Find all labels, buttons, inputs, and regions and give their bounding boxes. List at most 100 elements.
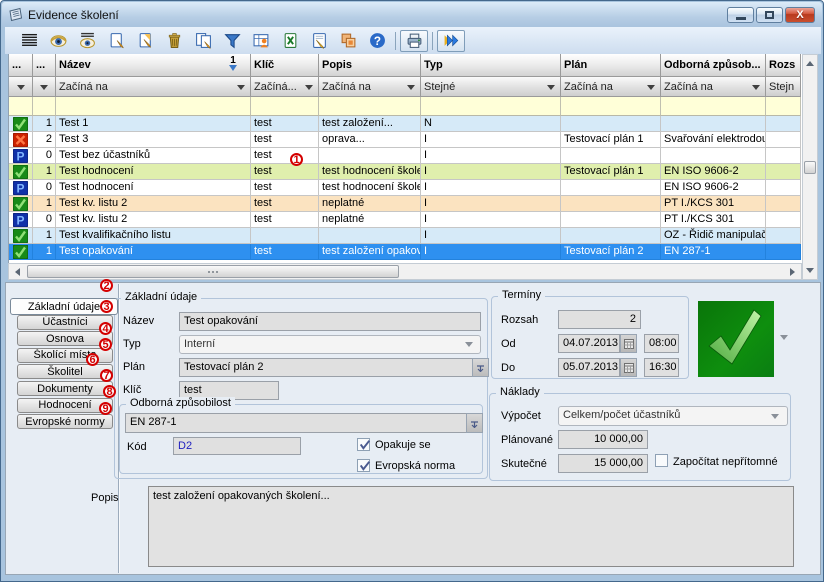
od-time-field[interactable]: 08:00: [644, 334, 679, 353]
plan-picker-button[interactable]: [472, 358, 489, 377]
table-row[interactable]: 2Test 3testoprava...ITestovací plán 1Sva…: [9, 132, 802, 148]
od-date-field[interactable]: 04.07.2013: [558, 334, 620, 353]
column-header-1[interactable]: ...: [33, 54, 56, 77]
filter-dropdown-6[interactable]: Začíná na: [561, 77, 661, 97]
column-header-7[interactable]: Odborná způsob...: [661, 54, 766, 77]
list-icon[interactable]: [15, 30, 44, 52]
planovane-label: Plánované: [501, 434, 553, 446]
vertical-scrollbar[interactable]: [802, 54, 818, 280]
table-row[interactable]: 1Test kv. listu 2testneplatnéIPT I./KCS …: [9, 196, 802, 212]
table-row[interactable]: 1Test 1testtest založení...N: [9, 116, 802, 132]
notes-icon[interactable]: [305, 30, 334, 52]
copy-icon[interactable]: [189, 30, 218, 52]
close-button[interactable]: X: [785, 7, 815, 23]
do-time-field[interactable]: 16:30: [644, 358, 679, 377]
status-dropdown-arrow[interactable]: [780, 335, 788, 340]
filter-input-2[interactable]: [56, 97, 251, 116]
print-button[interactable]: [400, 30, 428, 52]
filter-dropdown-5[interactable]: Stejné: [421, 77, 561, 97]
typ-dropdown[interactable]: Interní: [179, 335, 481, 354]
filter-input-1[interactable]: [33, 97, 56, 116]
kod-field[interactable]: D2: [173, 437, 301, 455]
rozsah-field[interactable]: 2: [558, 310, 641, 329]
do-calendar-button[interactable]: [620, 358, 637, 377]
skutecne-field[interactable]: 15 000,00: [558, 454, 648, 473]
filter-input-4[interactable]: [319, 97, 421, 116]
table-row[interactable]: P0Test bez účastníkůtestI: [9, 148, 802, 164]
planovane-field[interactable]: 10 000,00: [558, 430, 648, 449]
edit-document-icon[interactable]: [131, 30, 160, 52]
p-status-icon: P: [9, 148, 33, 164]
odborna-picker-button[interactable]: [466, 413, 483, 433]
cell: Test kv. listu 2: [56, 196, 251, 212]
filter-icon[interactable]: [218, 30, 247, 52]
typ-dropdown-arrow[interactable]: [465, 342, 473, 347]
more-actions-button[interactable]: [437, 30, 465, 52]
filter-dropdown-7[interactable]: Začíná na: [661, 77, 766, 97]
cell: Test 1: [56, 116, 251, 132]
check-status-icon: [9, 164, 33, 180]
versions-icon[interactable]: [334, 30, 363, 52]
column-header-4[interactable]: Popis: [319, 54, 421, 77]
filter-input-6[interactable]: [561, 97, 661, 116]
sort-indicator: 1: [229, 56, 237, 71]
column-header-6[interactable]: Plán: [561, 54, 661, 77]
cell: 2: [33, 132, 56, 148]
minimize-button[interactable]: [727, 7, 754, 23]
plan-field[interactable]: Testovací plán 2: [179, 358, 473, 377]
tab-dokumenty[interactable]: Dokumenty: [17, 381, 113, 396]
filter-dropdown-4[interactable]: Začíná na: [319, 77, 421, 97]
filter-input-0[interactable]: [9, 97, 33, 116]
cell: [766, 164, 801, 180]
filter-input-3[interactable]: [251, 97, 319, 116]
column-header-0[interactable]: ...: [9, 54, 33, 77]
column-header-3[interactable]: Klíč: [251, 54, 319, 77]
od-calendar-button[interactable]: [620, 334, 637, 353]
column-header-5[interactable]: Typ: [421, 54, 561, 77]
table-row[interactable]: 1Test kvalifikačního listuIOZ - Řidič ma…: [9, 228, 802, 244]
import-users-icon[interactable]: [247, 30, 276, 52]
excel-export-icon[interactable]: [276, 30, 305, 52]
filter-dropdown-2[interactable]: Začíná na: [56, 77, 251, 97]
tab--kolitel[interactable]: Školitel: [17, 364, 113, 379]
vypocet-dropdown[interactable]: Celkem/počet účastníků: [558, 406, 788, 426]
cell: [251, 228, 319, 244]
delete-icon[interactable]: [160, 30, 189, 52]
new-document-icon[interactable]: [102, 30, 131, 52]
filter-input-7[interactable]: [661, 97, 766, 116]
evropska-norma-checkbox[interactable]: [357, 459, 370, 472]
popis-textarea[interactable]: test založení opakovaných školení...: [148, 486, 794, 567]
svg-text:P: P: [16, 181, 24, 195]
cross-status-icon: [9, 132, 33, 148]
view-columns-icon[interactable]: [73, 30, 102, 52]
table-row[interactable]: P0Test kv. listu 2testneplatnéIPT I./KCS…: [9, 212, 802, 228]
filter-dropdown-3[interactable]: Začíná...: [251, 77, 319, 97]
filter-dropdown-1[interactable]: [33, 77, 56, 97]
filter-dropdown-8[interactable]: Stejn: [766, 77, 801, 97]
view-icon[interactable]: [44, 30, 73, 52]
table-row[interactable]: P0Test hodnocenítesttest hodnocení škole…: [9, 180, 802, 196]
do-date-field[interactable]: 05.07.2013: [558, 358, 620, 377]
maximize-button[interactable]: [756, 7, 783, 23]
cell: [766, 196, 801, 212]
nazev-field[interactable]: Test opakování: [179, 312, 481, 331]
cell: test: [251, 196, 319, 212]
tab-evropsk-normy[interactable]: Evropské normy: [17, 414, 113, 429]
zapocitat-checkbox[interactable]: [655, 454, 668, 467]
help-icon[interactable]: ?: [363, 30, 392, 52]
horizontal-scrollbar[interactable]: [8, 263, 802, 280]
cell: [766, 116, 801, 132]
data-grid: ......Název1KlíčPopisTypPlánOdborná způs…: [8, 54, 802, 263]
vypocet-dropdown-arrow[interactable]: [771, 414, 779, 419]
odborna-field[interactable]: EN 287-1: [125, 413, 467, 433]
table-row[interactable]: 1Test hodnocenítesttest hodnocení školeI…: [9, 164, 802, 180]
title-bar: Evidence školení X: [2, 2, 822, 27]
opakuje-se-checkbox[interactable]: [357, 438, 370, 451]
cell: test založení...: [319, 116, 421, 132]
filter-input-5[interactable]: [421, 97, 561, 116]
table-row[interactable]: 1Test opakovánítesttest založení opakovI…: [9, 244, 802, 260]
filter-input-8[interactable]: [766, 97, 801, 116]
column-header-8[interactable]: Rozs: [766, 54, 801, 77]
filter-dropdown-0[interactable]: [9, 77, 33, 97]
column-header-2[interactable]: Název1: [56, 54, 251, 77]
